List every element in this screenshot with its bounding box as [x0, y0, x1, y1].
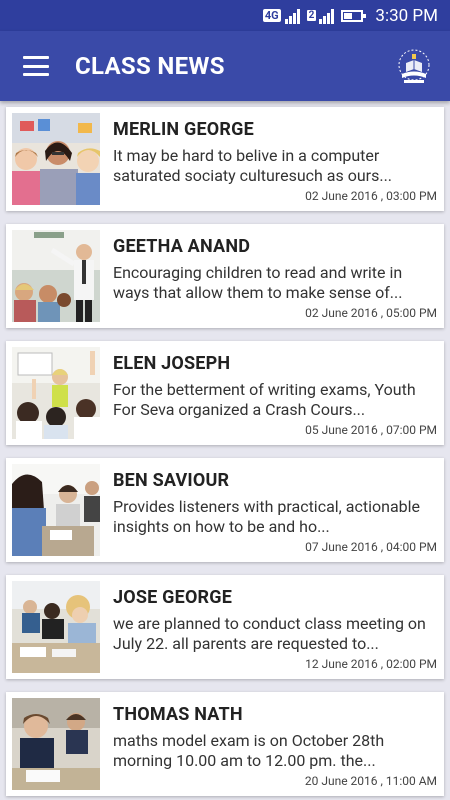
news-card[interactable]: GEETHA ANAND Encouraging children to rea…	[6, 224, 444, 328]
news-thumbnail	[12, 698, 100, 790]
teacher-at-board-image	[12, 230, 100, 322]
signal-icon	[284, 8, 301, 24]
app-bar: CLASS NEWS	[0, 31, 450, 101]
students-writing-image	[12, 464, 100, 556]
news-thumbnail	[12, 464, 100, 556]
news-card[interactable]: JOSE GEORGE we are planned to conduct cl…	[6, 575, 444, 679]
news-thumbnail	[12, 113, 100, 205]
news-date: 02 June 2016 , 03:00 PM	[305, 189, 437, 203]
news-author: THOMAS NATH	[113, 704, 243, 725]
news-date: 07 June 2016 , 04:00 PM	[305, 540, 437, 554]
news-card[interactable]: BEN SAVIOUR Provides listeners with prac…	[6, 458, 444, 562]
signal-icon-2	[319, 8, 335, 24]
news-date: 20 June 2016 , 11:00 AM	[304, 774, 437, 788]
news-author: MERLIN GEORGE	[113, 119, 254, 140]
school-logo-icon	[398, 49, 430, 83]
news-author: GEETHA ANAND	[113, 236, 251, 257]
news-card[interactable]: MERLIN GEORGE It may be hard to belive i…	[6, 107, 444, 211]
sim-badge: 2	[306, 10, 317, 21]
classroom-raising-hands-image	[12, 347, 100, 439]
news-card[interactable]: ELEN JOSEPH For the betterment of writin…	[6, 341, 444, 445]
status-bar: 4G 2 3:30 PM	[0, 0, 450, 31]
teacher-with-children-image	[12, 113, 100, 205]
news-description: Encouraging children to read and write i…	[113, 263, 403, 302]
students-taking-exam-image	[12, 698, 100, 790]
news-description: we are planned to conduct class meeting …	[113, 614, 426, 653]
news-date: 02 June 2016 , 05:00 PM	[305, 306, 437, 320]
network-type-badge: 4G	[262, 9, 281, 22]
students-at-desks-image	[12, 581, 100, 673]
news-date: 05 June 2016 , 07:00 PM	[305, 423, 437, 437]
news-card[interactable]: THOMAS NATH maths model exam is on Octob…	[6, 692, 444, 796]
news-description: For the betterment of writing exams, You…	[113, 380, 416, 419]
battery-icon	[341, 9, 367, 22]
news-description: Provides listeners with practical, actio…	[113, 497, 421, 536]
news-description: maths model exam is on October 28th morn…	[113, 731, 385, 770]
news-description: It may be hard to belive in a computer s…	[113, 146, 393, 185]
news-thumbnail	[12, 230, 100, 322]
news-thumbnail	[12, 347, 100, 439]
news-author: BEN SAVIOUR	[113, 470, 230, 491]
news-thumbnail	[12, 581, 100, 673]
page-title: CLASS NEWS	[75, 52, 225, 80]
status-time: 3:30 PM	[375, 5, 438, 26]
news-date: 12 June 2016 , 02:00 PM	[305, 657, 437, 671]
hamburger-menu-icon[interactable]	[23, 56, 49, 76]
news-author: ELEN JOSEPH	[113, 353, 231, 374]
news-author: JOSE GEORGE	[113, 587, 233, 608]
